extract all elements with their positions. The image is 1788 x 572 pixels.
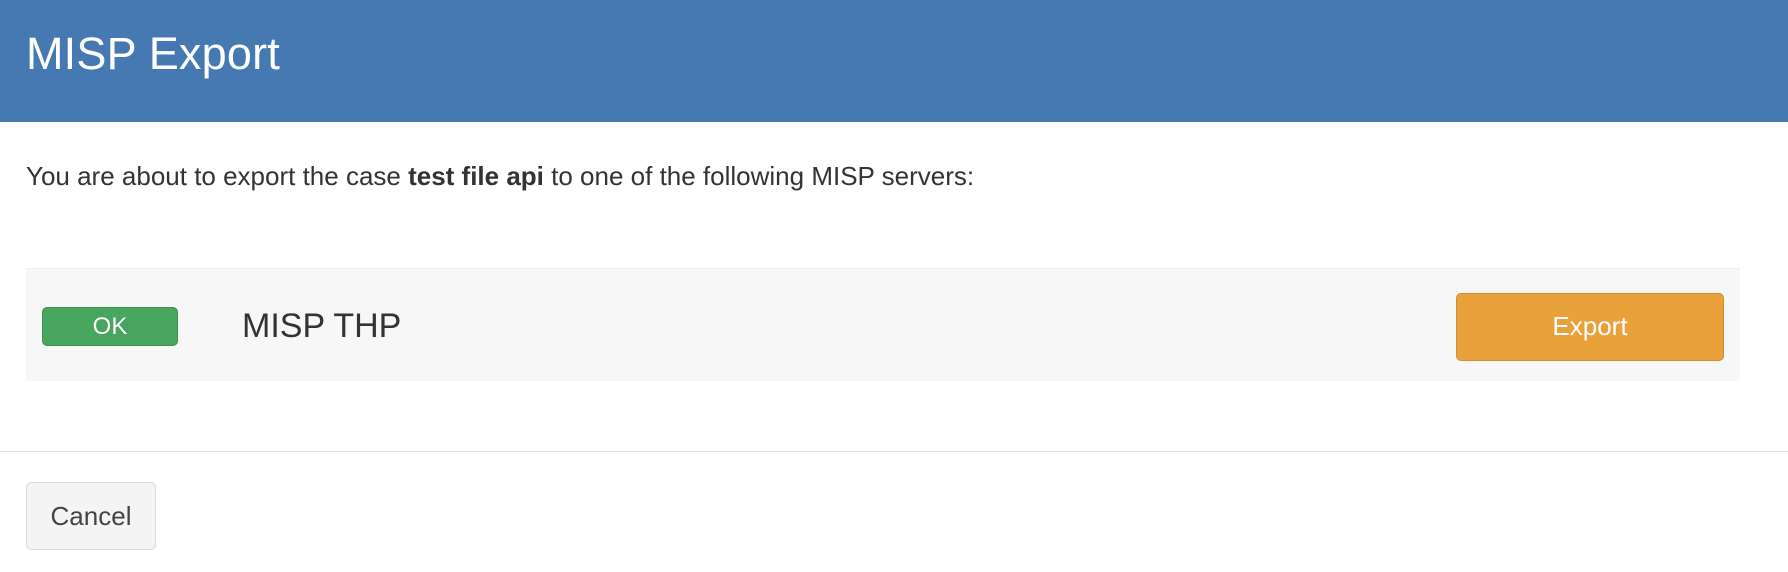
modal-header: MISP Export [0,0,1788,122]
cancel-button[interactable]: Cancel [26,482,156,550]
misp-export-modal: MISP Export You are about to export the … [0,0,1788,572]
modal-title: MISP Export [26,28,280,79]
intro-suffix: to one of the following MISP servers: [543,161,975,191]
case-name: test file api [408,161,544,191]
modal-body: You are about to export the case test fi… [0,122,1788,381]
intro-text: You are about to export the case test fi… [26,160,1762,194]
server-row: OK MISP THP Export [26,267,1740,381]
server-name: MISP THP [242,306,402,345]
modal-footer: Cancel [0,451,1788,572]
intro-prefix: You are about to export the case [26,161,409,191]
status-badge: OK [42,306,178,346]
server-list: OK MISP THP Export [26,267,1740,381]
export-button[interactable]: Export [1456,292,1724,361]
